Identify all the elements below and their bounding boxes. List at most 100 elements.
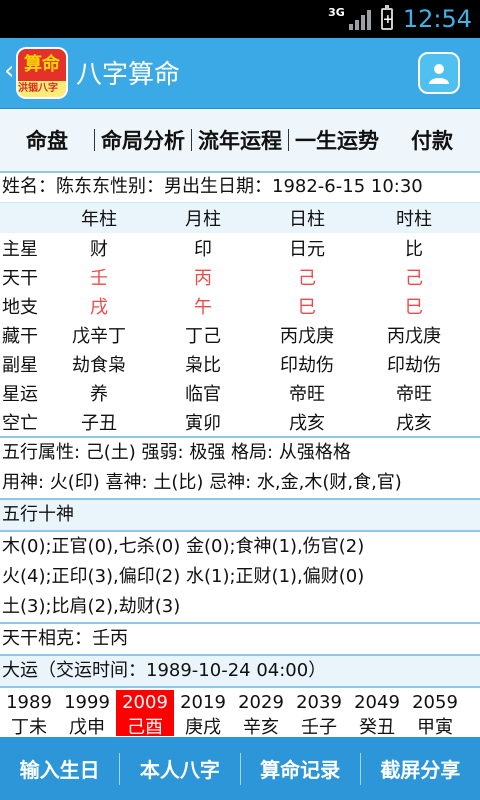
chart-content: 姓名：陈东东性别：男出生日期：1982-6-15 10:30 年柱 月柱 日柱 … [0,172,480,736]
status-bar: 3G + 12:54 [0,0,480,38]
pillar-row: 空亡 子丑 寅卯 戌亥 戌亥 [0,407,480,436]
pillar-row: 地支 戌 午 巳 巳 [0,291,480,320]
cell: 戌 [90,296,108,318]
dayun-item[interactable]: 2049 癸丑 [348,690,406,736]
cell: 戊辛丁 [72,325,126,347]
screenshot-share-button[interactable]: 截屏分享 [361,754,480,783]
my-bazi-button[interactable]: 本人八字 [120,754,239,783]
user-icon [429,64,449,84]
signal-icon [348,8,371,30]
row-label: 天干 [2,267,38,289]
app-logo[interactable]: 算命 洪铟八字 [18,49,66,97]
user-button[interactable] [418,52,460,94]
battery-icon: + [380,5,393,30]
row-label: 藏干 [2,325,38,347]
dayun-ganzhi: 丁未 [11,717,47,736]
col-month: 月柱 [140,203,266,233]
dayun-year: 2019 [180,692,226,713]
name-label: 姓名： [2,176,56,197]
row-label: 空亡 [2,412,38,434]
header-blank [0,203,58,233]
logo-subtext: 洪铟八字 [18,81,66,97]
pillar-row: 星运 养 临官 帝旺 帝旺 [0,378,480,407]
dayun-ganzhi: 癸丑 [359,717,395,736]
pillars-table: 年柱 月柱 日柱 时柱 主星 财 印 日元 比 天干 壬 丙 己 己 地支 戌 … [0,203,480,436]
pillars-header-row: 年柱 月柱 日柱 时柱 [0,203,480,233]
col-day: 日柱 [266,203,348,233]
dayun-ganzhi: 己酉 [127,717,163,736]
dayun-ganzhi: 甲寅 [417,717,453,736]
cell: 帝旺 [289,383,325,405]
gender-value: 男 [164,176,182,197]
bottom-action-bar: 输入生日 本人八字 算命记录 截屏分享 [0,737,480,800]
cell: 己 [405,267,423,289]
dayun-year: 1999 [64,692,110,713]
cell: 印 [194,238,212,260]
col-hour: 时柱 [348,203,480,233]
dayun-year: 1989 [6,692,52,713]
name-value: 陈东东 [56,176,110,197]
cell: 临官 [185,383,221,405]
cell: 壬 [90,267,108,289]
back-icon[interactable]: ‹ [4,58,14,84]
dayun-item[interactable]: 2039 壬子 [290,690,348,736]
tab-analysis[interactable]: 命局分析 [95,125,191,155]
app-title: 八字算命 [76,60,181,90]
clock: 12:54 [402,5,472,33]
yongshen-line: 用神: 火(印) 喜神: 土(比) 忌神: 水,金,木(财,食,官) [2,472,402,493]
wuxing-attribute-line: 五行属性: 己(土) 强弱: 极强 格局: 从强格格 [2,442,351,463]
cell: 己 [298,267,316,289]
divider [0,686,480,688]
dayun-ganzhi: 庚戌 [185,717,221,736]
dayun-year: 2009 [122,692,168,713]
input-birthday-button[interactable]: 输入生日 [0,754,119,783]
cell: 劫食枭 [72,354,126,376]
wuxing-line: 木(0);正官(0),七杀(0) 金(0);食神(1),伤官(2) [2,536,365,557]
dayun-item[interactable]: 2019 庚戌 [174,690,232,736]
cell: 丙戊庚 [387,325,441,347]
cell: 巳 [405,296,423,318]
wuxing-section-title: 五行十神 [0,500,480,530]
dayun-ganzhi: 戊申 [69,717,105,736]
dayun-year: 2049 [354,692,400,713]
birth-value: 1982-6-15 10:30 [272,176,423,197]
cell: 财 [90,238,108,260]
cell: 丙戊庚 [280,325,334,347]
wuxing-line: 土(3);比肩(2),劫财(3) [2,596,181,617]
cell: 寅卯 [185,412,221,434]
cell: 丙 [194,267,212,289]
tab-liunian[interactable]: 流年运程 [192,125,288,155]
dayun-year: 2029 [238,692,284,713]
dayun-item[interactable]: 2029 辛亥 [232,690,290,736]
pillar-row: 副星 劫食枭 枭比 印劫伤 印劫伤 [0,349,480,378]
dayun-year: 2039 [296,692,342,713]
app-bar: ‹ 算命 洪铟八字 八字算命 [0,38,480,109]
pillar-row: 藏干 戊辛丁 丁己 丙戊庚 丙戊庚 [0,320,480,349]
dayun-item[interactable]: 1999 戊申 [58,690,116,736]
dayun-item[interactable]: 1989 丁未 [0,690,58,736]
cell: 印劫伤 [280,354,334,376]
cell: 养 [90,383,108,405]
gender-label: 性别： [110,176,164,197]
logo-text: 算命 [18,49,66,81]
network-type: 3G [328,5,345,19]
tab-mingpan[interactable]: 命盘 [0,125,94,155]
cell: 丁己 [185,325,221,347]
pillar-row: 天干 壬 丙 己 己 [0,262,480,291]
col-year: 年柱 [58,203,140,233]
xiangke-line: 天干相克：壬丙 [2,628,128,649]
profile-line: 姓名：陈东东性别：男出生日期：1982-6-15 10:30 [0,172,480,202]
tab-yunshi[interactable]: 一生运势 [289,125,385,155]
tab-payment[interactable]: 付款 [386,125,478,155]
cell: 巳 [298,296,316,318]
cell: 戌亥 [289,412,325,434]
tab-bar: 命盘 命局分析 流年运程 一生运势 付款 [0,109,480,173]
cell: 日元 [289,238,325,260]
dayun-item-current[interactable]: 2009 己酉 [116,690,174,736]
battery-label: + [382,12,393,26]
row-label: 星运 [2,383,38,405]
history-button[interactable]: 算命记录 [241,754,360,783]
dayun-item[interactable]: 2059 甲寅 [406,690,464,736]
row-label: 主星 [2,238,38,260]
birth-label: 出生日期： [182,176,272,197]
